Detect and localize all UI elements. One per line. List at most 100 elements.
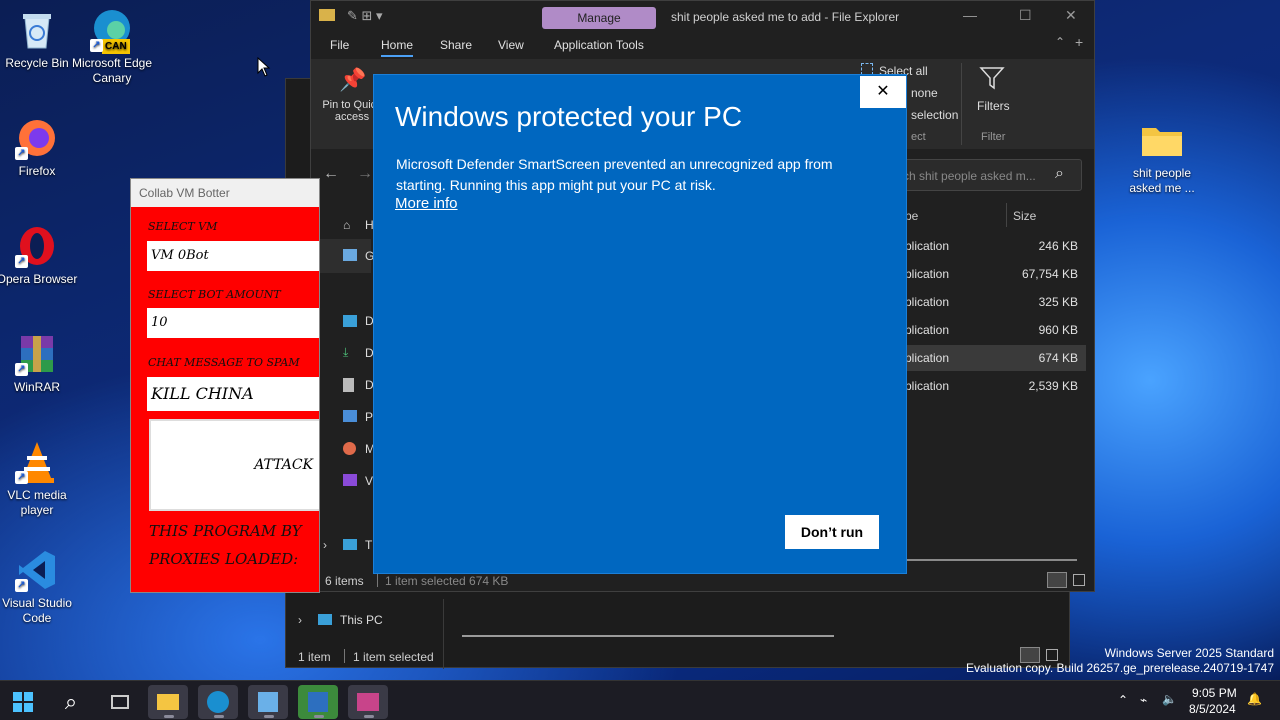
dialog-close-button[interactable]: ✕ <box>860 76 906 108</box>
desktop-icon-label: VLC media player <box>7 488 67 517</box>
search-input[interactable]: ch shit people asked m... <box>903 169 1036 183</box>
title-bar[interactable]: ✎ ⊞ ▾ Manage shit people asked me to add… <box>311 1 1094 33</box>
volume-icon[interactable]: 🔈 <box>1162 692 1177 706</box>
nav-home-icon: ⌂ <box>343 218 351 232</box>
menu-home[interactable]: Home <box>381 38 414 57</box>
clock-time[interactable]: 9:05 PM <box>1192 686 1237 700</box>
dialog-title: Windows protected your PC <box>395 101 743 132</box>
menu-view[interactable]: View <box>498 38 524 52</box>
details-view-button[interactable] <box>1047 572 1067 588</box>
bot-title: Collab VM Botter <box>131 179 319 207</box>
start-button[interactable] <box>3 685 43 719</box>
scrollbar-horizontal[interactable] <box>901 559 1077 561</box>
file-row[interactable]: plication 67,754 KB <box>901 261 1086 287</box>
search-icon[interactable]: ⌕ <box>1055 165 1064 183</box>
desktop-icon-vscode[interactable]: ↗ Visual Studio Code <box>0 548 79 626</box>
file-row[interactable]: plication 960 KB <box>901 317 1086 343</box>
taskbar-winrar[interactable] <box>298 685 338 719</box>
collapse-ribbon-icon[interactable]: ⌃ <box>1055 35 1065 49</box>
show-hidden-icons-button[interactable]: ⌃ <box>1118 693 1128 707</box>
more-info-link[interactable]: More info <box>395 195 458 212</box>
file-row[interactable]: plication 325 KB <box>901 289 1086 315</box>
invert-selection-button[interactable]: selection <box>911 108 958 122</box>
help-icon[interactable]: + <box>1075 34 1083 50</box>
search-box[interactable]: ch shit people asked m... ⌕ <box>886 159 1082 191</box>
taskbar-file-explorer[interactable] <box>148 685 188 719</box>
forward-button[interactable]: → <box>357 165 373 183</box>
file-row-selected[interactable]: plication 674 KB <box>901 345 1086 371</box>
file-type: plication <box>905 351 950 365</box>
desktop-icon-label: Firefox <box>18 164 56 178</box>
nav-downloads-icon: ⤓ <box>343 345 349 359</box>
maximize-button[interactable]: ☐ <box>1019 7 1032 24</box>
taskbar-edge-canary[interactable] <box>198 685 238 719</box>
shortcut-arrow-icon: ↗ <box>15 255 28 268</box>
app-window-icon <box>258 692 278 712</box>
edge-canary-icon <box>207 691 229 713</box>
column-header-size[interactable]: Size <box>1013 209 1036 223</box>
desktop-icon-edge-canary[interactable]: CAN ↗ Microsoft Edge Canary <box>70 8 154 86</box>
attack-button[interactable]: ATTACK <box>149 419 319 511</box>
nav-item-this-pc[interactable]: T <box>365 538 372 552</box>
column-header-type[interactable]: pe <box>905 209 918 223</box>
bot-amount-label: SELECT BOT AMOUNT <box>148 288 281 301</box>
footer-credit: THIS PROGRAM BY <box>149 522 302 540</box>
chat-message-label: CHAT MESSAGE TO SPAM <box>148 356 300 369</box>
nav-expand-icon[interactable]: › <box>323 538 327 552</box>
this-pc-icon <box>318 614 332 625</box>
os-watermark-line2: Evaluation copy. Build 26257.ge_prerelea… <box>965 661 1274 675</box>
desktop-icon-label: shit people asked me ... <box>1129 166 1195 195</box>
back-button[interactable]: ← <box>323 165 339 183</box>
select-vm-label: SELECT VM <box>148 220 218 233</box>
vm-input[interactable]: VM 0Bot <box>147 241 319 271</box>
dont-run-button[interactable]: Don’t run <box>785 515 879 549</box>
task-view-button[interactable] <box>100 685 140 719</box>
taskbar-app2[interactable] <box>348 685 388 719</box>
filters-button[interactable]: Filters <box>977 99 1010 113</box>
folder-icon <box>1140 118 1184 162</box>
nav-gallery-icon <box>343 249 357 261</box>
winrar-icon: ↗ <box>15 332 59 376</box>
file-size: 674 KB <box>1038 351 1078 365</box>
nav-item-this-pc[interactable]: This PC <box>340 613 383 627</box>
bot-amount-input[interactable]: 10 <box>147 308 319 338</box>
os-watermark-line1: Windows Server 2025 Standard <box>1104 646 1274 660</box>
select-none-button[interactable]: none <box>911 86 938 100</box>
desktop-icon-firefox[interactable]: ↗ Firefox <box>0 116 79 179</box>
notification-bell-icon[interactable]: 🔔 <box>1247 692 1262 706</box>
tiles-view-button[interactable] <box>1073 574 1085 586</box>
collab-vm-botter-window[interactable]: Collab VM Botter SELECT VM VM 0Bot SELEC… <box>130 178 320 593</box>
chat-message-input[interactable]: KILL CHINA <box>147 377 319 411</box>
status-selected: 1 item selected <box>353 650 434 664</box>
desktop-icon-recycle-bin[interactable]: Recycle Bin <box>0 8 79 71</box>
file-type: plication <box>905 323 950 337</box>
manage-tab[interactable]: Manage <box>542 7 656 29</box>
desktop-icon-vlc[interactable]: ↗ VLC media player <box>0 440 79 518</box>
close-button[interactable]: ✕ <box>1065 7 1077 24</box>
menu-application-tools[interactable]: Application Tools <box>554 38 644 52</box>
scrollbar-horizontal[interactable] <box>462 635 834 637</box>
search-button[interactable]: ⌕ <box>51 685 91 719</box>
shortcut-arrow-icon: ↗ <box>15 471 28 484</box>
taskbar-app[interactable] <box>248 685 288 719</box>
winrar-icon <box>308 692 328 712</box>
menu-share[interactable]: Share <box>440 38 472 52</box>
minimize-button[interactable]: — <box>963 7 977 23</box>
tiles-view-button[interactable] <box>1046 649 1058 661</box>
pin-icon: 📌 <box>339 67 367 92</box>
smartscreen-dialog: Windows protected your PC Microsoft Defe… <box>373 74 907 574</box>
desktop-icon-winrar[interactable]: ↗ WinRAR <box>0 332 79 395</box>
file-row[interactable]: plication 246 KB <box>901 233 1086 259</box>
quick-access-toolbar[interactable]: ✎ ⊞ ▾ <box>347 8 383 24</box>
nav-expand-icon[interactable]: › <box>298 613 302 627</box>
firefox-icon: ↗ <box>15 116 59 160</box>
taskbar: ⌕ ⌃ ⌁ 🔈 9:05 PM 8/5/2024 🔔 <box>0 680 1280 720</box>
clock-date[interactable]: 8/5/2024 <box>1189 702 1236 716</box>
mouse-cursor-icon <box>257 56 271 80</box>
desktop-icon-opera[interactable]: ↗ Opera Browser <box>0 224 79 287</box>
file-row[interactable]: plication 2,539 KB <box>901 373 1086 399</box>
menu-file[interactable]: File <box>330 38 349 52</box>
proxies-loaded-label: PROXIES LOADED: <box>149 550 299 568</box>
desktop-icon-folder[interactable]: shit people asked me ... <box>1120 118 1204 196</box>
network-icon[interactable]: ⌁ <box>1140 693 1147 707</box>
